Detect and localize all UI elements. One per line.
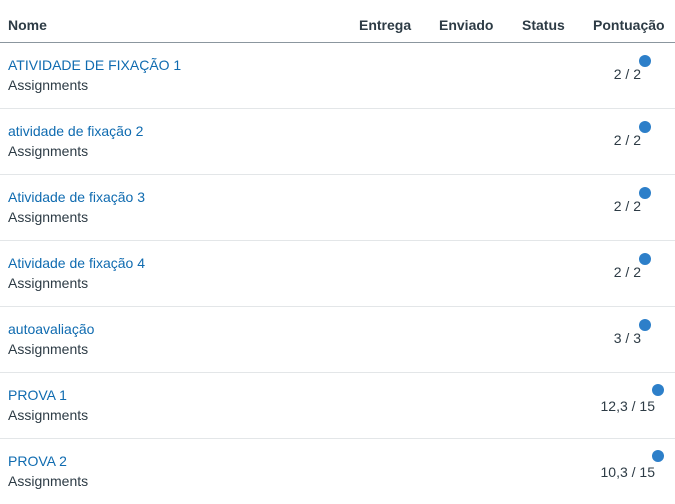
assignment-link[interactable]: autoavaliação [8,321,94,337]
table-row: atividade de fixação 2 Assignments 2 / 2 [0,109,675,175]
column-header-submitted[interactable]: Enviado [439,17,493,33]
table-row: autoavaliação Assignments 3 / 3 [0,307,675,373]
unread-dot-icon[interactable] [652,450,664,462]
score-value: 2 / 2 [613,132,641,148]
assignment-link[interactable]: atividade de fixação 2 [8,123,143,139]
table-row: PROVA 2 Assignments 10,3 / 15 [0,439,675,504]
assignment-group: Assignments [8,275,89,291]
assignment-link[interactable]: PROVA 1 [8,387,67,403]
column-header-score[interactable]: Pontuação [593,17,665,33]
score-value: 12,3 / 15 [600,398,656,414]
assignment-group: Assignments [8,143,89,159]
assignment-link[interactable]: ATIVIDADE DE FIXAÇÃO 1 [8,57,181,73]
unread-dot-icon[interactable] [652,384,664,396]
assignment-group: Assignments [8,341,89,357]
assignment-group: Assignments [8,473,89,489]
assignment-group: Assignments [8,77,89,93]
table-row: PROVA 1 Assignments 12,3 / 15 [0,373,675,439]
column-header-due[interactable]: Entrega [359,17,411,33]
score-value: 2 / 2 [613,66,641,82]
score-value: 3 / 3 [613,330,641,346]
table-row: ATIVIDADE DE FIXAÇÃO 1 Assignments 2 / 2 [0,43,675,109]
column-header-name[interactable]: Nome [8,17,47,33]
assignment-group: Assignments [8,407,89,423]
assignment-link[interactable]: PROVA 2 [8,453,67,469]
table-header: Nome Entrega Enviado Status Pontuação [0,0,675,43]
assignment-link[interactable]: Atividade de fixação 4 [8,255,145,271]
score-value: 2 / 2 [613,198,641,214]
table-row: Atividade de fixação 3 Assignments 2 / 2 [0,175,675,241]
assignment-link[interactable]: Atividade de fixação 3 [8,189,145,205]
grades-table: Nome Entrega Enviado Status Pontuação AT… [0,0,675,504]
score-value: 10,3 / 15 [600,464,656,480]
column-header-status[interactable]: Status [522,17,565,33]
score-value: 2 / 2 [613,264,641,280]
table-row: Atividade de fixação 4 Assignments 2 / 2 [0,241,675,307]
assignment-group: Assignments [8,209,89,225]
